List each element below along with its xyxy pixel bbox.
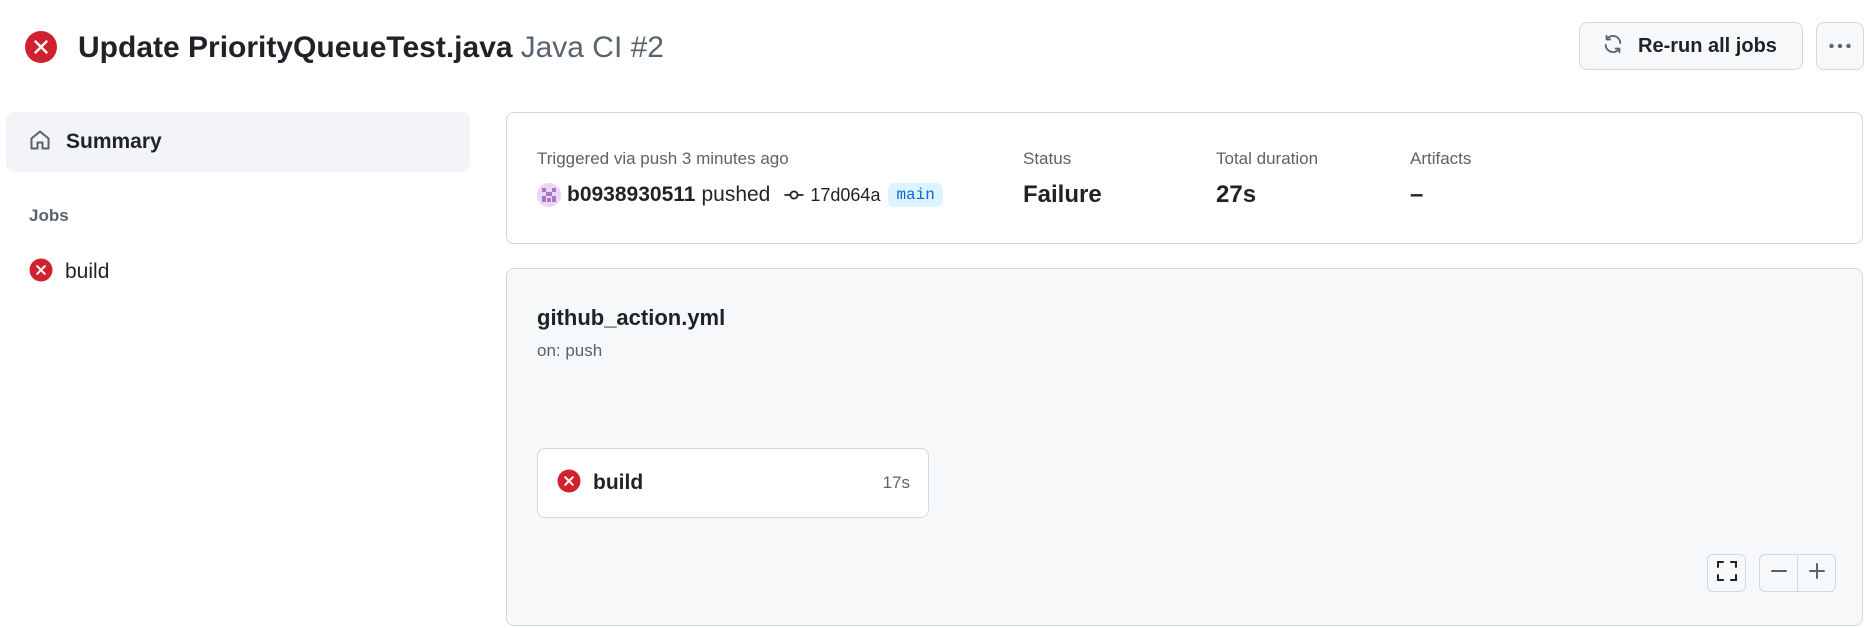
artifacts-block: Artifacts – — [1410, 149, 1471, 209]
graph-job-build[interactable]: build 17s — [537, 448, 929, 518]
run-summary-card: Triggered via push 3 minutes ago b093893… — [506, 112, 1863, 244]
x-circle-fill-icon — [557, 469, 581, 498]
page-title: Update PriorityQueueTest.java Java CI #2 — [78, 28, 664, 68]
dash-icon — [1770, 562, 1788, 585]
x-circle-fill-icon — [29, 258, 53, 287]
duration-block: Total duration 27s — [1216, 149, 1318, 209]
git-commit-icon — [784, 188, 804, 202]
home-icon — [28, 128, 52, 157]
sidebar-item-summary[interactable]: Summary — [6, 112, 470, 172]
duration-value[interactable]: 27s — [1216, 181, 1318, 209]
workflow-run-label: Java CI #2 — [520, 31, 664, 64]
avatar[interactable] — [537, 183, 561, 207]
sidebar-item-label: Summary — [66, 130, 162, 153]
trigger-description: Triggered via push 3 minutes ago — [537, 149, 789, 168]
workflow-file-name: github_action.yml — [537, 305, 726, 330]
fullscreen-icon — [1716, 560, 1738, 587]
push-info: b0938930511 pushed 17d064a main — [537, 183, 943, 207]
sync-icon — [1602, 33, 1624, 60]
workflow-trigger: on: push — [537, 341, 603, 360]
more-options-button[interactable] — [1816, 22, 1864, 70]
zoom-out-button[interactable] — [1760, 555, 1797, 591]
action-text: pushed — [701, 183, 771, 206]
status-label: Status — [1023, 149, 1072, 168]
x-circle-fill-icon — [24, 30, 58, 64]
workflow-graph: github_action.yml on: push build 17s — [506, 268, 1863, 626]
status-value: Failure — [1023, 181, 1102, 208]
commit-message-title[interactable]: Update PriorityQueueTest.java — [78, 31, 513, 64]
job-name: build — [593, 471, 644, 494]
artifacts-value: – — [1410, 181, 1424, 208]
job-duration: 17s — [882, 473, 910, 492]
sidebar-item-label: build — [65, 260, 110, 283]
zoom-in-button[interactable] — [1797, 555, 1835, 591]
commit-sha-link[interactable]: 17d064a — [810, 185, 880, 206]
rerun-label: Re-run all jobs — [1638, 34, 1777, 57]
actor-link[interactable]: b0938930511 — [567, 183, 695, 207]
duration-label: Total duration — [1216, 149, 1319, 168]
fullscreen-button[interactable] — [1707, 554, 1746, 592]
zoom-controls — [1759, 554, 1836, 592]
plus-icon — [1808, 562, 1826, 585]
status-block: Status Failure — [1023, 149, 1102, 209]
sidebar-item-job-build[interactable]: build — [6, 252, 470, 292]
kebab-horizontal-icon — [1828, 37, 1852, 55]
artifacts-label: Artifacts — [1410, 149, 1472, 168]
run-sidebar: Summary Jobs build — [6, 112, 470, 292]
rerun-all-jobs-button[interactable]: Re-run all jobs — [1579, 22, 1803, 70]
jobs-heading: Jobs — [29, 206, 69, 225]
run-header: Update PriorityQueueTest.java Java CI #2 … — [0, 0, 1875, 96]
branch-label[interactable]: main — [888, 183, 943, 207]
